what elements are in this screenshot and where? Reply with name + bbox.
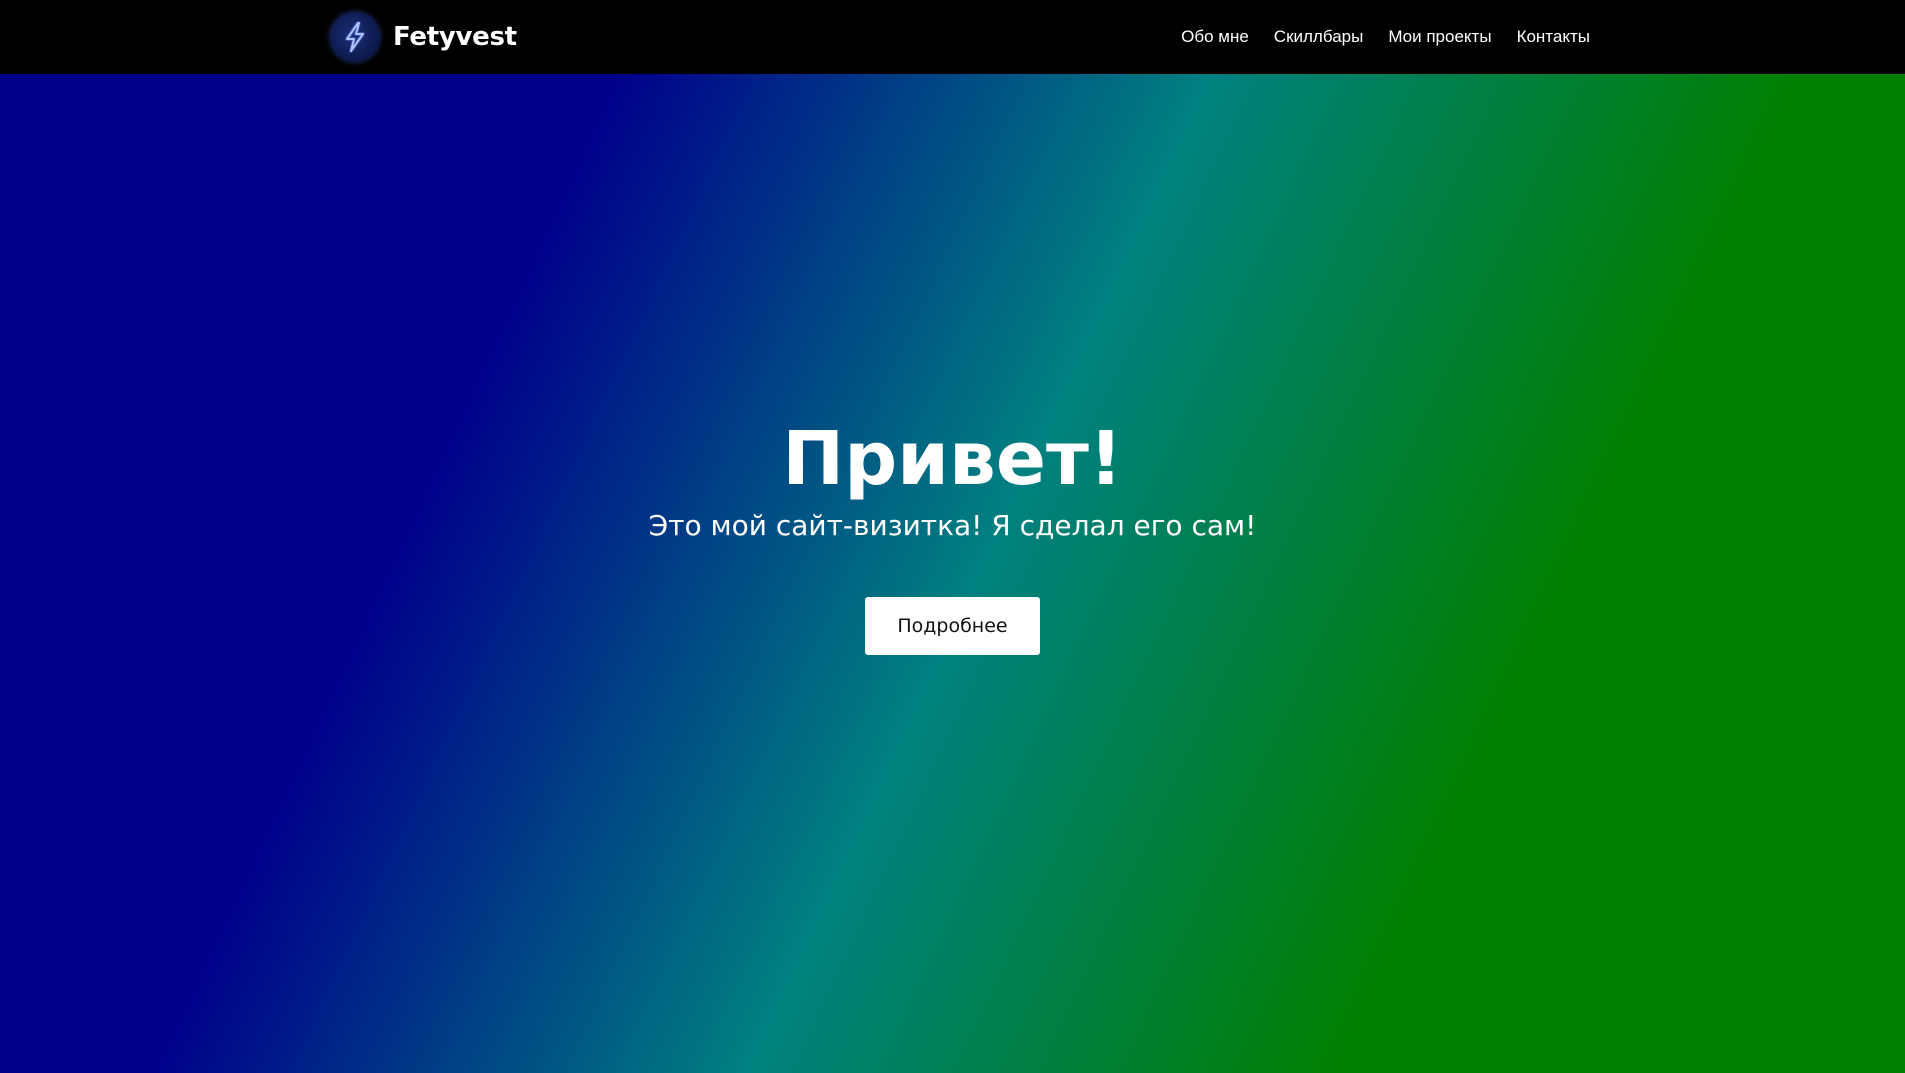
lightning-bolt-icon	[330, 12, 380, 62]
hero-subtitle: Это мой сайт-визитка! Я сделал его сам!	[648, 509, 1257, 542]
navbar: Fetyvest Обо мне Скиллбары Мои проекты К…	[0, 0, 1905, 74]
brand-name: Fetyvest	[393, 22, 517, 52]
hero-title: Привет!	[782, 416, 1123, 502]
brand-link[interactable]: Fetyvest	[330, 12, 517, 62]
nav-link-contacts[interactable]: Контакты	[1517, 27, 1590, 47]
nav-link-skillbars[interactable]: Скиллбары	[1274, 27, 1364, 47]
hero-section: Привет! Это мой сайт-визитка! Я сделал е…	[0, 74, 1905, 1073]
main-nav: Обо мне Скиллбары Мои проекты Контакты	[1181, 0, 1590, 74]
nav-link-about[interactable]: Обо мне	[1181, 27, 1249, 47]
nav-link-projects[interactable]: Мои проекты	[1388, 27, 1491, 47]
more-button[interactable]: Подробнее	[865, 597, 1040, 655]
